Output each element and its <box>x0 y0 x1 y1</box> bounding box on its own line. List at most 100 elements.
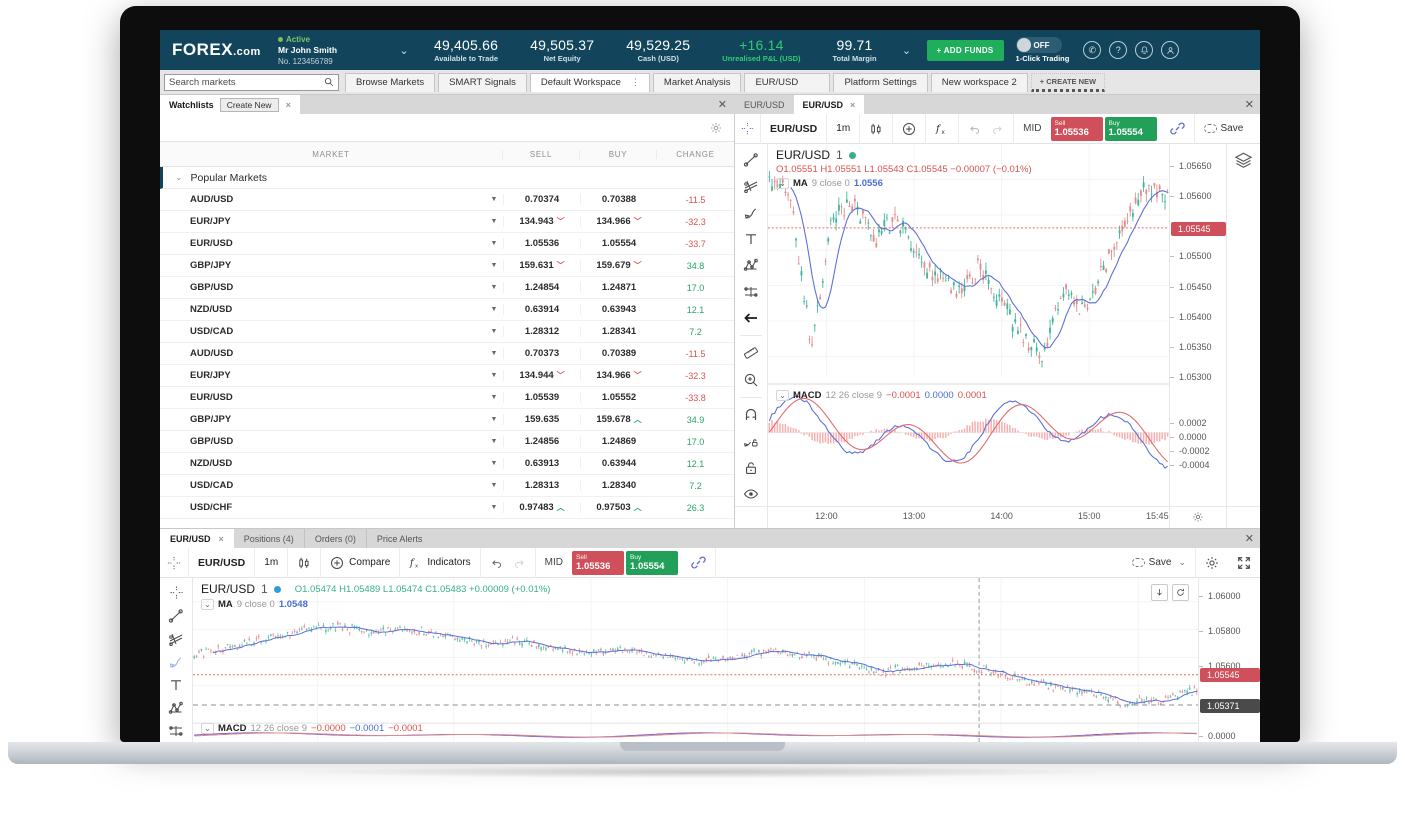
close-icon[interactable]: × <box>219 534 224 544</box>
table-row[interactable]: EUR/JPY ▼ 134.944 ﹀ 134.966 ﹀ -32.3 <box>160 365 734 387</box>
chevron-down-icon[interactable]: ⌄ <box>776 390 789 401</box>
create-new-workspace-button[interactable]: + CREATE NEW <box>1030 72 1106 92</box>
top-chart-price-axis[interactable]: 1.05650 1.05600 1.05500 1.05450 1.05400 1.053… <box>1169 144 1226 506</box>
close-watchlist-panel-icon[interactable]: ✕ <box>718 98 727 111</box>
close-bottom-panel-icon[interactable]: ✕ <box>1245 532 1254 545</box>
brush-icon[interactable] <box>163 651 189 672</box>
row-menu-caret-icon[interactable]: ▼ <box>485 416 503 423</box>
cell-sell[interactable]: 1.05539 <box>503 392 580 403</box>
layers-icon[interactable] <box>1234 151 1253 170</box>
table-row[interactable]: GBP/JPY ▼ 159.631 ﹀ 159.679 ﹀ 34.8 <box>160 255 734 277</box>
table-row[interactable]: EUR/USD ▼ 1.05539 1.05552 -33.8 <box>160 387 734 409</box>
chevron-down-icon[interactable]: ⌄ <box>1178 557 1186 568</box>
panel-tab-watchlists[interactable]: Watchlists Create New × <box>160 95 300 114</box>
chart-layout-button[interactable] <box>1226 144 1260 506</box>
crosshair-icon[interactable] <box>163 582 189 603</box>
workspace-tab-browse-markets[interactable]: Browse Markets <box>345 72 436 92</box>
cell-buy[interactable]: 0.63944 <box>580 458 657 469</box>
row-menu-caret-icon[interactable]: ▼ <box>485 350 503 357</box>
fibonacci-icon[interactable] <box>163 628 189 649</box>
cell-buy[interactable]: 159.679 ﹀ <box>580 260 657 271</box>
cell-buy[interactable]: 0.70389 <box>580 348 657 359</box>
row-menu-caret-icon[interactable]: ▼ <box>485 218 503 225</box>
user-icon[interactable] <box>1161 41 1180 59</box>
row-menu-caret-icon[interactable]: ▼ <box>485 460 503 467</box>
cell-buy[interactable]: 1.05552 <box>580 392 657 403</box>
price-mode-mid[interactable]: MID <box>536 548 572 578</box>
table-row[interactable]: GBP/USD ▼ 1.24854 1.24871 17.0 <box>160 277 734 299</box>
cell-buy[interactable]: 0.70388 <box>580 194 657 205</box>
cell-sell[interactable]: 0.63913 <box>503 458 580 469</box>
redo-icon[interactable] <box>991 122 1004 135</box>
add-funds-button[interactable]: + ADD FUNDS <box>926 39 1004 61</box>
table-row[interactable]: AUD/USD ▼ 0.70374 0.70388 -11.5 <box>160 189 734 211</box>
cell-sell[interactable]: 159.635 <box>503 414 580 425</box>
row-menu-caret-icon[interactable]: ▼ <box>485 438 503 445</box>
axis-settings-gear-icon[interactable] <box>1192 511 1204 523</box>
chevron-down-icon[interactable]: ⌄ <box>201 599 214 610</box>
close-chart-panel-icon[interactable]: ✕ <box>1245 98 1254 111</box>
bottom-tab-orders[interactable]: Orders (0) <box>305 529 367 548</box>
row-menu-caret-icon[interactable]: ▼ <box>485 284 503 291</box>
text-tool-icon[interactable] <box>163 675 189 696</box>
chart-timeframe-button[interactable]: 1m <box>255 547 289 578</box>
scroll-to-latest-icon[interactable] <box>1151 584 1168 601</box>
cell-buy[interactable]: 134.966 ﹀ <box>580 216 657 227</box>
tab-kebab-icon[interactable]: ⋮ <box>631 77 640 88</box>
table-row[interactable]: EUR/USD ▼ 1.05536 1.05554 -33.7 <box>160 233 734 255</box>
close-icon[interactable]: × <box>286 100 291 110</box>
workspace-tab-platform-settings[interactable]: Platform Settings <box>833 72 928 92</box>
cell-sell[interactable]: 1.05536 <box>503 238 580 249</box>
top-chart-time-axis[interactable]: 12:00 13:00 14:00 15:00 15:45 <box>768 506 1169 528</box>
cell-sell[interactable]: 159.631 ﹀ <box>503 260 580 271</box>
cell-buy[interactable]: 1.24869 <box>580 436 657 447</box>
pattern-icon[interactable] <box>738 253 764 277</box>
fibonacci-icon[interactable] <box>738 174 764 198</box>
chart-symbol-button[interactable]: EUR/USD <box>189 547 256 578</box>
table-row[interactable]: USD/CHF ▼ 0.97483 ︿ 0.97503 ︿ 26.3 <box>160 497 734 519</box>
bottom-tab-eurusd[interactable]: EUR/USD × <box>160 529 234 548</box>
cell-buy[interactable]: 1.28341 <box>580 326 657 337</box>
brush-icon[interactable] <box>738 201 764 225</box>
crosshair-tool-button[interactable] <box>735 113 761 144</box>
forecast-icon[interactable] <box>738 280 764 304</box>
fullscreen-button[interactable] <box>1228 548 1260 578</box>
cell-sell[interactable]: 0.70373 <box>503 348 580 359</box>
zoom-in-icon[interactable] <box>738 367 764 391</box>
table-row[interactable]: USD/CAD ▼ 1.28312 1.28341 7.2 <box>160 321 734 343</box>
candlestick-icon[interactable] <box>288 547 322 578</box>
table-row[interactable]: EUR/JPY ▼ 134.943 ﹀ 134.966 ﹀ -32.3 <box>160 211 734 233</box>
workspace-tab-new-workspace-2[interactable]: New workspace 2 <box>930 72 1028 92</box>
link-icon[interactable] <box>682 547 717 578</box>
row-menu-caret-icon[interactable]: ▼ <box>485 306 503 313</box>
row-menu-caret-icon[interactable]: ▼ <box>485 328 503 335</box>
cell-buy[interactable]: 1.05554 <box>580 238 657 249</box>
legend-ma-row[interactable]: ⌄ MA 9 close 0 1.0548 <box>201 599 550 610</box>
cell-sell[interactable]: 1.24854 <box>503 282 580 293</box>
table-row[interactable]: NZD/USD ▼ 0.63913 0.63944 12.1 <box>160 453 734 475</box>
phone-icon[interactable]: ✆ <box>1083 41 1102 59</box>
close-icon[interactable]: × <box>850 100 855 110</box>
workspace-tab-eurusd[interactable]: EUR/USD <box>744 72 831 92</box>
forecast-icon[interactable] <box>163 721 189 742</box>
chevron-down-icon[interactable]: ⌄ <box>175 172 183 183</box>
crosshair-tool-button[interactable] <box>160 547 189 578</box>
cell-sell[interactable]: 0.63914 <box>503 304 580 315</box>
save-chart-button[interactable]: Save <box>1195 114 1253 144</box>
buy-price-button[interactable]: Buy 1.05554 <box>626 550 679 575</box>
legend-ma-row[interactable]: ⌄ MA 9 close 0 1.0556 <box>776 178 1032 189</box>
search-markets-field[interactable]: Search markets <box>164 73 339 91</box>
sell-price-button[interactable]: Sell 1.05536 <box>1050 116 1103 141</box>
compare-button[interactable] <box>893 113 927 144</box>
cell-buy[interactable]: 1.24871 <box>580 282 657 293</box>
table-row[interactable]: GBP/JPY ▼ 159.635 159.678 ︿ 34.9 <box>160 409 734 431</box>
row-menu-caret-icon[interactable]: ▼ <box>485 394 503 401</box>
save-chart-button[interactable]: Save ⌄ <box>1123 548 1195 578</box>
sell-price-button[interactable]: Sell 1.05536 <box>572 550 625 575</box>
account-summary[interactable]: Active Mr John Smith No. 123456789 <box>278 34 390 67</box>
arrow-left-icon[interactable] <box>738 306 764 330</box>
row-menu-caret-icon[interactable]: ▼ <box>485 372 503 379</box>
forex-logo[interactable]: FOREX.com <box>160 40 278 60</box>
cell-buy[interactable]: 159.678 ︿ <box>580 414 657 425</box>
table-row[interactable]: NZD/USD ▼ 0.63914 0.63943 12.1 <box>160 299 734 321</box>
